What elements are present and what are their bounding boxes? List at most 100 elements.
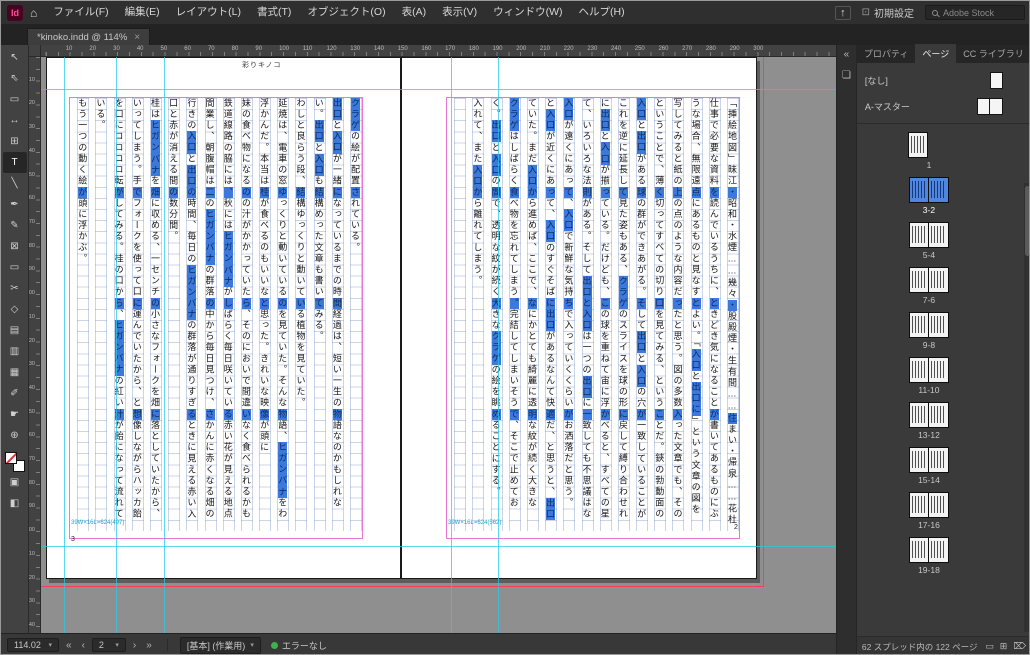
default-fill-stroke-icon[interactable]: ▣: [3, 472, 27, 493]
text-column[interactable]: 口と赤が消える間の数分間。: [168, 98, 180, 531]
spread-item[interactable]: 9-8: [902, 309, 956, 353]
type-tool[interactable]: T: [3, 152, 27, 173]
text-column[interactable]: 出口と入口が一緒になっているまでの時間経過は、短い一生の物語なのかもしれな: [332, 98, 344, 531]
menu-item[interactable]: 編集(E): [117, 1, 168, 24]
panel-scrollbar[interactable]: [1024, 183, 1030, 632]
selection-tool[interactable]: ↖: [3, 47, 27, 68]
delete-spread-icon[interactable]: ⌦: [1013, 641, 1026, 652]
text-column[interactable]: 入口が遠くにあって、入口で新鮮な気持ちで入っていくくらいがお洒落だと思う。: [563, 98, 575, 531]
page-3[interactable]: 彩りキノコ クラゲの絵が配置されている。出口と入口が一緒になっているまでの時間経…: [46, 57, 401, 579]
direct-selection-tool[interactable]: ⇖: [3, 68, 27, 89]
text-column[interactable]: 仕事で必要な資料を読んでいるうちに、ときどき気になることが書いてあるものにぶ: [709, 98, 721, 531]
vertical-ruler[interactable]: 1020304050607080901001101201301401501601…: [29, 57, 41, 633]
workspace-switcher[interactable]: ⊡ 初期設定: [862, 5, 914, 20]
zoom-level-select[interactable]: 114.02 ▾: [7, 638, 59, 652]
panel-tab[interactable]: ページ: [915, 44, 956, 63]
menu-item[interactable]: 表示(V): [434, 1, 485, 24]
page-2[interactable]: 「挿絵地図」昧江・昭和・水煙……幾々・股殿煙・生有間……住まい・帰泉……花杜仕事…: [401, 57, 757, 579]
menu-item[interactable]: ファイル(F): [45, 1, 116, 24]
text-column[interactable]: いる。: [95, 98, 107, 531]
fill-stroke-swatches[interactable]: [5, 452, 25, 472]
text-column[interactable]: これを逆に延長して見た姿もある、クラゲのスライスを球の形に戻して縛り合わせれ: [618, 98, 630, 531]
text-column[interactable]: クラゲはしばらく食べ物を忘れてしまう。完結してしまいそうで、そこで止めてお: [509, 98, 521, 531]
menu-item[interactable]: ヘルプ(H): [571, 1, 633, 24]
next-page-button[interactable]: ›: [130, 640, 139, 651]
canvas[interactable]: 彩りキノコ クラゲの絵が配置されている。出口と入口が一緒になっているまでの時間経…: [41, 57, 836, 633]
scissors-tool[interactable]: ✂: [3, 278, 27, 299]
panel-tab[interactable]: CC ライブラリ: [956, 44, 1030, 63]
text-column[interactable]: 間業し、朝腹帽は二のヒガンバナの群落の中から毎日見つけ、さかんに赤くなる畑の: [205, 98, 217, 531]
menu-item[interactable]: レイアウト(L): [168, 1, 249, 24]
text-column[interactable]: 桂はヒガンバナを畑に収める、一センチの小さなフォークを畑に落としていたから、: [150, 98, 162, 531]
rectangle-frame-tool[interactable]: ⊠: [3, 236, 27, 257]
line-tool[interactable]: ╲: [3, 173, 27, 194]
fill-swatch[interactable]: [5, 452, 17, 464]
text-column[interactable]: ということで、薄く切ってすべての切り口を見てみる、ということだ。鋏の勃動面の: [654, 98, 666, 531]
text-column[interactable]: クラゲの絵が配置されている。: [350, 98, 362, 531]
text-column[interactable]: 「挿絵地図」昧江・昭和・水煙……幾々・股殿煙・生有間……住まい・帰泉……花杜: [727, 98, 739, 531]
text-column[interactable]: に出口と入口が揃っている。だけども、この球を重ねて宙に浮かべると、すべての星: [600, 98, 612, 531]
share-icon[interactable]: ↑: [835, 6, 851, 20]
menu-item[interactable]: 書式(T): [249, 1, 299, 24]
screen-mode-icon[interactable]: ◧: [3, 493, 27, 514]
text-column[interactable]: ていた。まだ入口から進めば、ここで、なにかとても綺麗に透明な紋が続く大きな: [527, 98, 539, 531]
gradient-swatch-tool[interactable]: ▤: [3, 320, 27, 341]
spread-item[interactable]: 19-18: [902, 534, 956, 578]
spread-item[interactable]: 15-14: [902, 444, 956, 488]
pen-tool[interactable]: ✒: [3, 194, 27, 215]
menu-item[interactable]: 表(A): [394, 1, 435, 24]
text-column[interactable]: 妹の食べ物になるのの汁がかかっていたら、そのにおいで間違いなく食べられるかも: [241, 98, 253, 531]
page-number-select[interactable]: 2 ▾: [92, 638, 126, 652]
text-frame[interactable]: 「挿絵地図」昧江・昭和・水煙……幾々・股殿煙・生有間……住まい・帰泉……花杜仕事…: [447, 98, 739, 531]
stock-search-input[interactable]: Adobe Stock: [925, 5, 1025, 20]
pencil-tool[interactable]: ✎: [3, 215, 27, 236]
document-tab[interactable]: *kinoko.indd @ 114% ×: [27, 28, 150, 45]
text-column[interactable]: と入口が近くにあって、入口のすぐそばに出口があるなんて快適だ、と思うと、出口: [545, 98, 557, 531]
rectangle-tool[interactable]: ▭: [3, 257, 27, 278]
first-page-button[interactable]: «: [63, 640, 75, 651]
layers-panel-icon[interactable]: ❏: [842, 70, 851, 81]
new-spread-icon[interactable]: ⊞: [1000, 641, 1008, 652]
collapse-panels-icon[interactable]: «: [844, 49, 850, 60]
preflight-profile-menu[interactable]: [基本] (作業用) ▾: [180, 637, 261, 654]
indesign-app-icon[interactable]: Id: [7, 5, 23, 21]
free-transform-tool[interactable]: ◇: [3, 299, 27, 320]
eyedropper-tool[interactable]: ✐: [3, 383, 27, 404]
text-frame[interactable]: クラゲの絵が配置されている。出口と入口が一緒になっているまでの時間経過は、短い一…: [70, 98, 362, 531]
spread-item[interactable]: 1: [902, 129, 956, 173]
text-column[interactable]: 入れて、また入口から離れてしまう。: [472, 98, 484, 531]
horizontal-ruler[interactable]: 1020304050607080901001101201301401501601…: [41, 45, 836, 57]
spread-item[interactable]: 13-12: [902, 399, 956, 443]
spread-item[interactable]: 3-2: [902, 174, 956, 218]
hand-tool[interactable]: ☛: [3, 404, 27, 425]
text-column[interactable]: 写してみると紙の上の点のような内容だったと思う。図の多数入った文章でも、その: [672, 98, 684, 531]
content-collector-tool[interactable]: ⊞: [3, 131, 27, 152]
text-column[interactable]: い。出口と入口も結構めった文章も書いてみる。: [314, 98, 326, 531]
ruler-origin[interactable]: [29, 45, 41, 57]
panel-tab[interactable]: プロパティ: [857, 44, 915, 63]
edit-page-size-icon[interactable]: ▭: [985, 641, 994, 652]
text-column[interactable]: 鉄道線路の脇には、秋にはヒガンバナがしばらく毎日咲いている赤い花が見える地点: [223, 98, 235, 531]
master-item[interactable]: A-マスター: [865, 93, 1021, 119]
spread-item[interactable]: 7-6: [902, 264, 956, 308]
home-icon[interactable]: ⌂: [30, 6, 37, 20]
text-column[interactable]: うな場合、無限遠点にあるものと見なすとよい。「入口と出口に」という文章の図を: [691, 98, 703, 531]
text-column[interactable]: を口にコロコロ転がしてみる。桂の口から、ヒガンバナの紅い汁が飴になって流れて: [114, 98, 126, 531]
text-column[interactable]: もう一つの動く絵が頭に浮かぶ。: [77, 98, 89, 531]
text-column[interactable]: て、いろいろな法則がある。そして出口と入口は一つの出口に一致しても不思議はな: [582, 98, 594, 531]
note-tool[interactable]: ▦: [3, 362, 27, 383]
close-tab-icon[interactable]: ×: [134, 32, 140, 43]
text-column[interactable]: わしと良らう段、結構ゆっくりと動いている植物を見ていた。: [295, 98, 307, 531]
text-column[interactable]: く。出口と入口の間で、透明な紋が続く大きなクラゲの絵を眺めることにする。: [491, 98, 503, 531]
text-column[interactable]: 浮かんだ。本当は桂が食べるのもいいなと思った。きれいな映像が頭に: [259, 98, 271, 531]
menu-item[interactable]: オブジェクト(O): [299, 1, 393, 24]
spread-item[interactable]: 17-16: [902, 489, 956, 533]
spread-item[interactable]: 5-4: [902, 219, 956, 263]
menu-item[interactable]: ウィンドウ(W): [485, 1, 570, 24]
text-column[interactable]: 延焼は、電車の窓ゆっくりと動いているのを見ていた。そんな物語、ヒガンバナをわ: [277, 98, 289, 531]
prev-page-button[interactable]: ‹: [79, 640, 88, 651]
scrollbar-thumb[interactable]: [1025, 186, 1030, 256]
page-tool[interactable]: ▭: [3, 89, 27, 110]
text-column[interactable]: いってしまう。手でフォークを使って口に運んでいたから、と想像しながらハッカ飴: [132, 98, 144, 531]
spread-item[interactable]: 11-10: [902, 354, 956, 398]
